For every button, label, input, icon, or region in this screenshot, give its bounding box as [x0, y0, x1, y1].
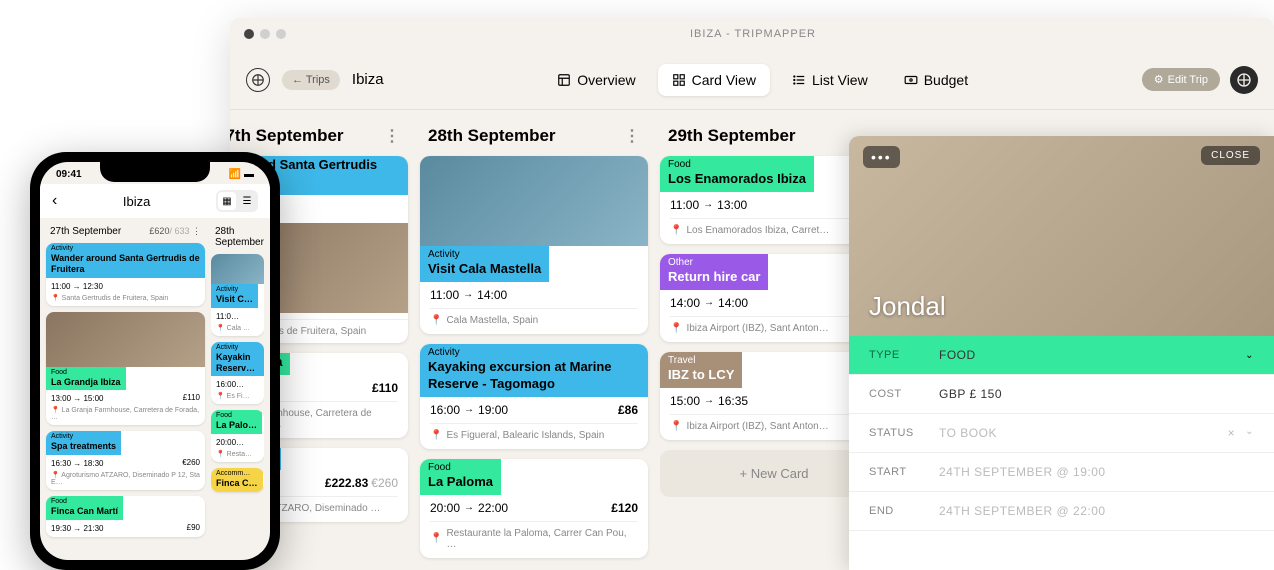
phone-card[interactable]: FoodLa Palo… 20:00…📍 Resta… [211, 410, 264, 462]
phone-view-toggle[interactable]: ▦ ☰ [216, 190, 258, 212]
phone-back-button[interactable]: ‹ [52, 192, 57, 210]
phone-card[interactable]: Accomm…Finca C… [211, 468, 264, 492]
detail-hero-image: ••• CLOSE Jondal [849, 136, 1274, 336]
close-dot[interactable] [244, 29, 254, 39]
detail-title: Jondal [869, 291, 946, 322]
column-menu-icon[interactable]: ⋮ [384, 126, 400, 146]
column-date: 29th September [668, 126, 796, 146]
window-title: IBIZA - TRIPMAPPER [286, 28, 1220, 40]
overview-icon [557, 73, 571, 87]
tab-list-view[interactable]: List View [778, 64, 882, 96]
detail-type-row[interactable]: TYPE FOOD ⌄ [849, 336, 1274, 375]
location-icon: 📍 [670, 225, 682, 236]
max-dot[interactable] [276, 29, 286, 39]
phone-card-image [46, 312, 205, 367]
signal-icon: 📶 ▬ [229, 169, 254, 180]
location-icon: 📍 [430, 430, 442, 441]
phone-header: ‹ Ibiza ▦ ☰ [40, 184, 270, 218]
card-view-icon [672, 73, 686, 87]
phone-notch [100, 162, 210, 182]
min-dot[interactable] [260, 29, 270, 39]
card[interactable]: ActivityVisit Cala Mastella 11:00 → 14:0… [420, 156, 648, 334]
clear-icon[interactable]: × [1228, 426, 1236, 440]
toolbar: ← Trips Ibiza Overview Card View List Vi… [230, 50, 1274, 110]
grid-icon[interactable]: ▦ [218, 192, 236, 210]
user-avatar[interactable] [1230, 66, 1258, 94]
location-icon: 📍 [670, 323, 682, 334]
phone-card[interactable]: ActivityVisit C… 11:0…📍 Cala … [211, 254, 264, 336]
detail-status-row[interactable]: STATUS TO BOOK ×⌄ [849, 414, 1274, 453]
phone-card[interactable]: ActivityWander around Santa Gertrudis de… [46, 243, 205, 306]
window-controls[interactable] [244, 29, 286, 39]
list-icon[interactable]: ☰ [238, 192, 256, 210]
trips-back-button[interactable]: ← Trips [282, 70, 340, 90]
column-28: 28th September ⋮ ActivityVisit Cala Mast… [420, 122, 648, 558]
view-tabs: Overview Card View List View Budget [543, 64, 982, 96]
card[interactable]: FoodLa Paloma 20:00 → 22:00£120 📍Restaur… [420, 459, 648, 558]
tab-card-view[interactable]: Card View [658, 64, 770, 96]
detail-cost-row[interactable]: COST GBP £ 150 [849, 375, 1274, 414]
phone-card[interactable]: FoodFinca Can Martí 19:30 → 21:30£90 [46, 496, 205, 537]
chevron-down-icon: ⌄ [1245, 350, 1254, 361]
location-icon: 📍 [670, 421, 682, 432]
phone-card[interactable]: ActivityKayakin Reserv… 16:00…📍 Es Fi… [211, 342, 264, 405]
card[interactable]: ActivityKayaking excursion at Marine Res… [420, 344, 648, 449]
tab-overview[interactable]: Overview [543, 64, 649, 96]
chevron-down-icon: ⌄ [1245, 426, 1254, 440]
detail-start-row[interactable]: START 24TH SEPTEMBER @ 19:00 [849, 453, 1274, 492]
column-date: 28th September [428, 126, 556, 146]
trip-name: Ibiza [352, 71, 384, 88]
column-date: 27th September [230, 126, 344, 146]
tab-budget[interactable]: Budget [890, 64, 982, 96]
list-view-icon [792, 73, 806, 87]
location-icon: 📍 [430, 315, 442, 326]
column-menu-icon[interactable]: ⋮ [624, 126, 640, 146]
titlebar: IBIZA - TRIPMAPPER [230, 18, 1274, 50]
budget-icon [904, 73, 918, 87]
detail-panel: ••• CLOSE Jondal TYPE FOOD ⌄ COST GBP £ … [849, 136, 1274, 570]
detail-menu-button[interactable]: ••• [863, 146, 900, 168]
phone-title: Ibiza [123, 194, 150, 209]
phone-card[interactable]: FoodLa Grandja Ibiza 13:00 → 15:00£110📍 … [46, 312, 205, 426]
location-icon: 📍 [430, 533, 442, 544]
edit-trip-button[interactable]: ⚙ Edit Trip [1142, 68, 1220, 91]
phone-card[interactable]: ActivitySpa treatments 16:30 → 18:30€260… [46, 431, 205, 490]
phone-column-date: 27th September [50, 226, 121, 237]
app-logo-icon[interactable] [246, 68, 270, 92]
detail-close-button[interactable]: CLOSE [1201, 146, 1260, 165]
gear-icon: ⚙ [1154, 73, 1164, 86]
detail-end-row[interactable]: END 24TH SEPTEMBER @ 22:00 [849, 492, 1274, 531]
phone-mockup: 09:41 📶 ▬ ‹ Ibiza ▦ ☰ 27th September £62… [30, 152, 280, 570]
card-image [420, 156, 648, 246]
